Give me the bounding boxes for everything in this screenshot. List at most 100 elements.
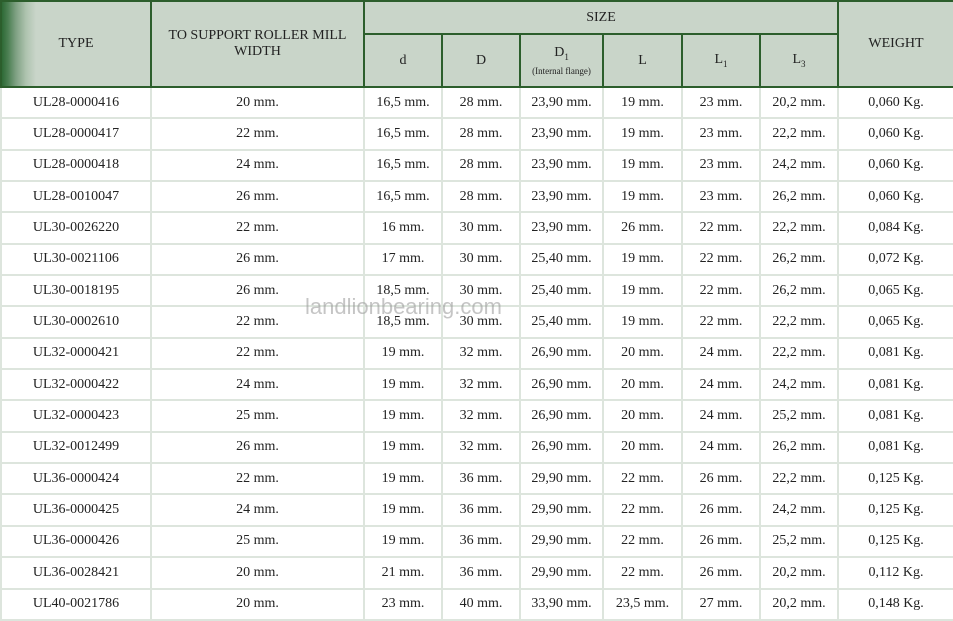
cell-d: 19 mm.	[363, 337, 443, 371]
cell-d: 19 mm.	[363, 431, 443, 465]
cell-D1: 23,90 mm.	[519, 118, 604, 151]
cell-D: 30 mm.	[441, 306, 521, 339]
header-D1-sub: 1	[564, 52, 569, 62]
cell-D: 32 mm.	[441, 400, 521, 433]
cell-D: 30 mm.	[441, 243, 521, 277]
cell-L3: 24,2 mm.	[759, 149, 839, 183]
cell-L3: 20,2 mm.	[759, 557, 839, 590]
cell-width: 26 mm.	[150, 431, 365, 465]
cell-D1: 25,40 mm.	[519, 243, 604, 277]
cell-d: 19 mm.	[363, 400, 443, 433]
cell-L3: 24,2 mm.	[759, 369, 839, 402]
cell-L3: 26,2 mm.	[759, 431, 839, 465]
cell-weight: 0,125 Kg.	[837, 463, 953, 496]
header-d: d	[363, 33, 443, 88]
cell-d: 19 mm.	[363, 494, 443, 527]
cell-D1: 23,90 mm.	[519, 181, 604, 214]
cell-weight: 0,065 Kg.	[837, 306, 953, 339]
header-D1-note: (Internal flange)	[532, 66, 591, 76]
cell-width: 25 mm.	[150, 525, 365, 559]
cell-d: 19 mm.	[363, 463, 443, 496]
cell-L1: 22 mm.	[681, 212, 761, 245]
cell-weight: 0,065 Kg.	[837, 275, 953, 308]
cell-width: 25 mm.	[150, 400, 365, 433]
cell-L3: 24,2 mm.	[759, 494, 839, 527]
cell-D: 28 mm.	[441, 181, 521, 214]
cell-D: 30 mm.	[441, 212, 521, 245]
cell-L3: 25,2 mm.	[759, 525, 839, 559]
cell-width: 24 mm.	[150, 494, 365, 527]
header-width: TO SUPPORT ROLLER MILL WIDTH	[150, 0, 365, 88]
cell-L3: 22,2 mm.	[759, 463, 839, 496]
cell-L1: 23 mm.	[681, 118, 761, 151]
cell-D: 36 mm.	[441, 557, 521, 590]
cell-width: 22 mm.	[150, 118, 365, 151]
cell-L3: 26,2 mm.	[759, 181, 839, 214]
header-D1: D1 (Internal flange)	[519, 33, 604, 88]
cell-weight: 0,072 Kg.	[837, 243, 953, 277]
cell-width: 22 mm.	[150, 337, 365, 371]
cell-L1: 22 mm.	[681, 243, 761, 277]
cell-L1: 26 mm.	[681, 463, 761, 496]
cell-D1: 23,90 mm.	[519, 149, 604, 183]
header-type: TYPE	[0, 0, 152, 88]
cell-D1: 29,90 mm.	[519, 494, 604, 527]
cell-width: 20 mm.	[150, 557, 365, 590]
cell-L: 19 mm.	[602, 275, 683, 308]
table-row: UL30-0026220 22 mm. 16 mm. 30 mm. 23,90 mm. 2…	[0, 212, 953, 245]
cell-type: UL36-0000424	[0, 463, 152, 496]
cell-L1: 22 mm.	[681, 275, 761, 308]
cell-L1: 22 mm.	[681, 306, 761, 339]
cell-L: 22 mm.	[602, 557, 683, 590]
cell-type: UL30-0002610	[0, 306, 152, 339]
cell-L: 20 mm.	[602, 400, 683, 433]
cell-type: UL28-0000417	[0, 118, 152, 151]
cell-type: UL36-0000426	[0, 525, 152, 559]
cell-d: 17 mm.	[363, 243, 443, 277]
cell-D1: 26,90 mm.	[519, 369, 604, 402]
cell-type: UL30-0018195	[0, 275, 152, 308]
cell-L3: 20,2 mm.	[759, 588, 839, 621]
table-row: UL40-0021786 20 mm. 23 mm. 40 mm. 33,90 mm. 2…	[0, 588, 953, 621]
cell-weight: 0,148 Kg.	[837, 588, 953, 621]
cell-weight: 0,081 Kg.	[837, 369, 953, 402]
cell-L1: 23 mm.	[681, 181, 761, 214]
cell-d: 16 mm.	[363, 212, 443, 245]
cell-L3: 22,2 mm.	[759, 337, 839, 371]
cell-d: 21 mm.	[363, 557, 443, 590]
cell-L3: 26,2 mm.	[759, 243, 839, 277]
cell-D1: 23,90 mm.	[519, 212, 604, 245]
cell-weight: 0,060 Kg.	[837, 181, 953, 214]
cell-weight: 0,084 Kg.	[837, 212, 953, 245]
cell-width: 20 mm.	[150, 588, 365, 621]
header-size: SIZE	[363, 0, 839, 35]
cell-L1: 27 mm.	[681, 588, 761, 621]
cell-L3: 26,2 mm.	[759, 275, 839, 308]
cell-L: 20 mm.	[602, 369, 683, 402]
cell-type: UL30-0021106	[0, 243, 152, 277]
cell-weight: 0,060 Kg.	[837, 87, 953, 120]
cell-width: 22 mm.	[150, 306, 365, 339]
cell-D1: 26,90 mm.	[519, 400, 604, 433]
cell-D1: 23,90 mm.	[519, 87, 604, 120]
header-D: D	[441, 33, 521, 88]
table-row: UL36-0000424 22 mm. 19 mm. 36 mm. 29,90 mm. 2…	[0, 463, 953, 496]
cell-L: 22 mm.	[602, 463, 683, 496]
cell-L1: 24 mm.	[681, 400, 761, 433]
cell-type: UL30-0026220	[0, 212, 152, 245]
cell-L1: 26 mm.	[681, 525, 761, 559]
header-L1: L1	[681, 33, 761, 88]
cell-type: UL32-0012499	[0, 431, 152, 465]
cell-L: 26 mm.	[602, 212, 683, 245]
cell-weight: 0,081 Kg.	[837, 431, 953, 465]
cell-d: 19 mm.	[363, 369, 443, 402]
table-row: UL28-0010047 26 mm. 16,5 mm. 28 mm. 23,90 mm…	[0, 181, 953, 214]
table-row: UL32-0012499 26 mm. 19 mm. 32 mm. 26,90 mm. 2…	[0, 431, 953, 465]
cell-d: 19 mm.	[363, 525, 443, 559]
header-L1-label: L	[714, 52, 724, 67]
cell-L1: 26 mm.	[681, 494, 761, 527]
cell-L: 23,5 mm.	[602, 588, 683, 621]
cell-type: UL32-0000422	[0, 369, 152, 402]
header-L3: L3	[759, 33, 839, 88]
cell-L: 19 mm.	[602, 181, 683, 214]
